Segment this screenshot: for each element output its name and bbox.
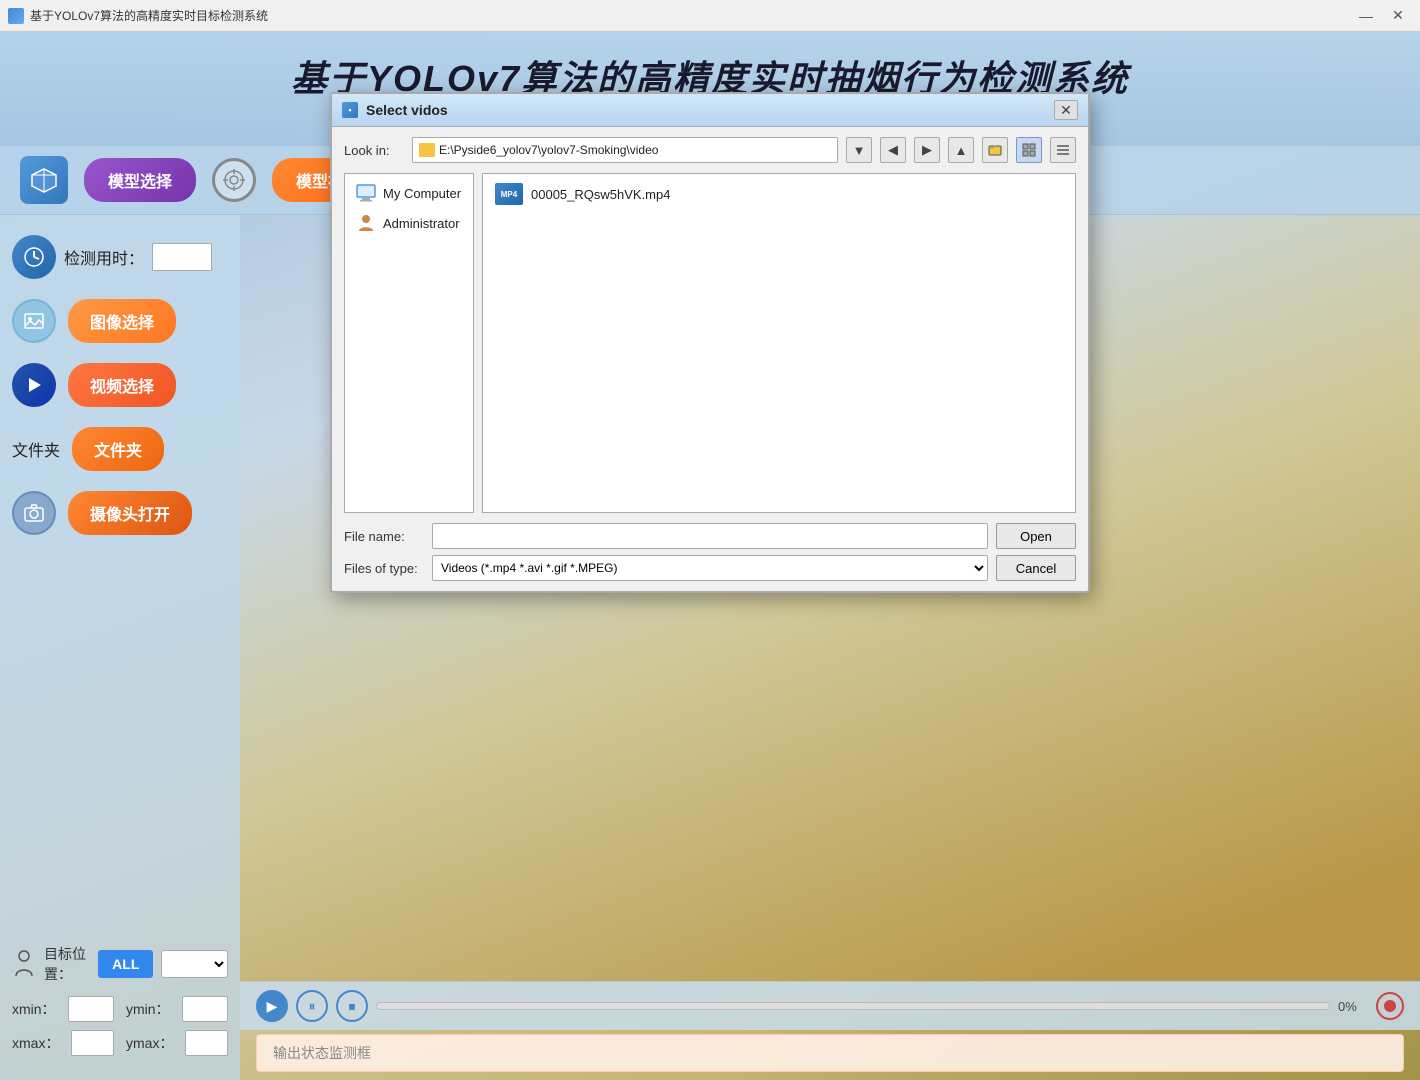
filename-label: File name: [344,529,424,544]
app-icon [8,8,24,24]
filetype-label: Files of type: [344,561,424,576]
dialog-title-label: Select vidos [366,102,448,118]
nav-item-mycomputer[interactable]: My Computer [345,178,473,208]
nav-up-btn[interactable]: ▲ [948,137,974,163]
mp4-file-icon: MP4 [495,183,523,205]
file-name: 00005_RQsw5hVK.mp4 [531,187,670,202]
dialog-title-icon: ▪ [342,102,358,118]
title-bar-left: 基于YOLOv7算法的高精度实时目标检测系统 [8,7,268,24]
view-large-btn[interactable] [1016,137,1042,163]
filetype-select[interactable]: Videos (*.mp4 *.avi *.gif *.MPEG) [432,555,988,581]
title-bar: 基于YOLOv7算法的高精度实时目标检测系统 — ✕ [0,0,1420,32]
dialog-overlay: ▪ Select vidos ✕ Look in: E:\Pyside6_yol… [0,32,1420,1080]
nav-mycomputer-label: My Computer [383,186,461,201]
nav-dropdown-btn[interactable]: ▼ [846,137,872,163]
nav-back-btn[interactable]: ◀ [880,137,906,163]
filetype-row: Files of type: Videos (*.mp4 *.avi *.gif… [344,555,1076,581]
nav-panel: My Computer Administrator [344,173,474,513]
nav-new-folder-btn[interactable] [982,137,1008,163]
user-icon [355,214,377,232]
lookin-path: E:\Pyside6_yolov7\yolov7-Smoking\video [412,137,838,163]
app-title: 基于YOLOv7算法的高精度实时目标检测系统 [30,7,268,24]
lookin-row: Look in: E:\Pyside6_yolov7\yolov7-Smokin… [344,137,1076,163]
open-button[interactable]: Open [996,523,1076,549]
dialog-close-button[interactable]: ✕ [1054,100,1078,120]
computer-icon [355,184,377,202]
nav-item-administrator[interactable]: Administrator [345,208,473,238]
title-bar-controls: — ✕ [1352,5,1412,27]
cancel-button[interactable]: Cancel [996,555,1076,581]
nav-admin-label: Administrator [383,216,460,231]
file-dialog: ▪ Select vidos ✕ Look in: E:\Pyside6_yol… [330,92,1090,593]
file-browser: My Computer Administrator [344,173,1076,513]
file-item[interactable]: MP4 00005_RQsw5hVK.mp4 [487,178,1071,210]
minimize-button[interactable]: — [1352,5,1380,27]
close-button[interactable]: ✕ [1384,5,1412,27]
dialog-title-bar: ▪ Select vidos ✕ [332,94,1088,127]
dialog-title-text: ▪ Select vidos [342,102,448,118]
filename-row: File name: Open [344,523,1076,549]
main-content: 基于YOLOv7算法的高精度实时抽烟行为检测系统 CSDN：BestSongC … [0,32,1420,1080]
filename-input[interactable] [432,523,988,549]
dialog-bottom: File name: Open Files of type: Videos (*… [344,523,1076,581]
dialog-body: Look in: E:\Pyside6_yolov7\yolov7-Smokin… [332,127,1088,591]
app-window: 基于YOLOv7算法的高精度实时目标检测系统 — ✕ 基于YOLOv7算法的高精… [0,0,1420,1080]
path-folder-icon [419,143,435,157]
nav-forward-btn[interactable]: ▶ [914,137,940,163]
view-list-btn[interactable] [1050,137,1076,163]
file-panel: MP4 00005_RQsw5hVK.mp4 [482,173,1076,513]
lookin-path-text: E:\Pyside6_yolov7\yolov7-Smoking\video [439,143,658,157]
lookin-label: Look in: [344,143,404,158]
